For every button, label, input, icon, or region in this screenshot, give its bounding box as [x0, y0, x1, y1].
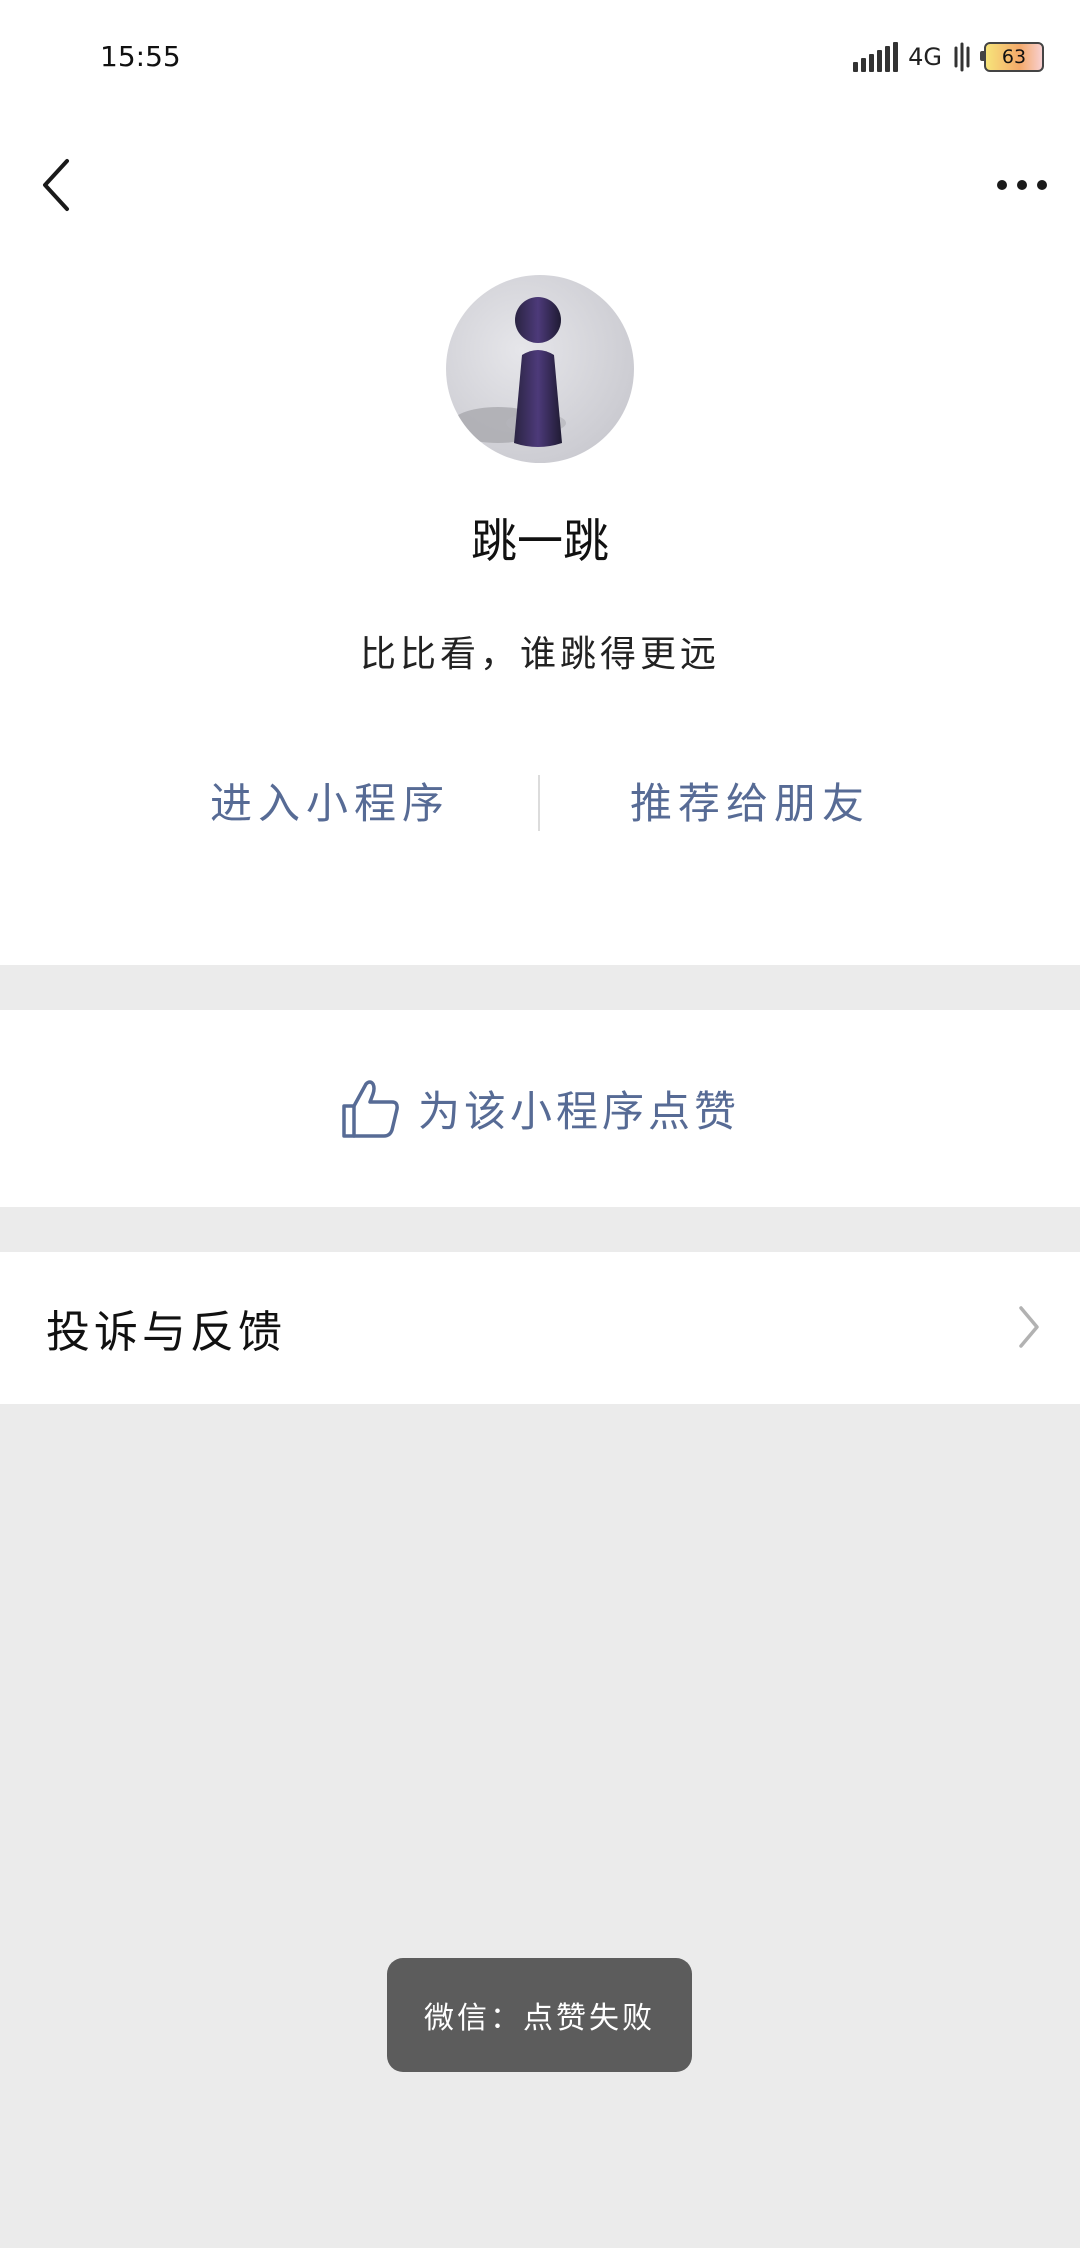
signal-icon [853, 42, 899, 72]
battery-icon: 63 [980, 42, 1044, 72]
status-bar: 15:55 4G 63 [0, 0, 1080, 115]
like-label: 为该小程序点赞 [417, 1087, 740, 1136]
chevron-right-icon [1019, 1306, 1039, 1348]
status-icons: 4G 63 [853, 40, 1044, 74]
enter-mini-program-button[interactable]: 进入小程序 [140, 755, 520, 845]
feedback-row[interactable]: 投诉与反馈 [0, 1252, 1080, 1404]
more-button[interactable] [986, 150, 1058, 220]
action-row: 进入小程序 推荐给朋友 [0, 755, 1080, 845]
chevron-left-icon [43, 159, 69, 211]
network-label: 4G [908, 43, 942, 71]
action-divider [538, 775, 540, 831]
like-button[interactable]: 为该小程序点赞 [340, 1078, 740, 1140]
toast-message: 微信：点赞失败 [387, 1958, 692, 2072]
app-avatar [446, 275, 634, 463]
battery-level: 63 [1001, 46, 1027, 68]
app-name: 跳一跳 [471, 514, 609, 568]
feedback-label: 投诉与反馈 [46, 1307, 286, 1358]
thumbs-up-icon [342, 1079, 399, 1138]
status-time: 15:55 [100, 40, 181, 73]
mini-program-profile: 跳一跳 比比看，谁跳得更远 进入小程序 推荐给朋友 [0, 115, 1080, 965]
ellipsis-icon [997, 180, 1047, 190]
app-description: 比比看，谁跳得更远 [359, 634, 720, 675]
wifi-icon [954, 42, 970, 72]
game-piece-avatar [450, 297, 566, 447]
like-section: 为该小程序点赞 [0, 1010, 1080, 1207]
back-button[interactable] [28, 150, 84, 220]
recommend-to-friend-button[interactable]: 推荐给朋友 [560, 755, 940, 845]
